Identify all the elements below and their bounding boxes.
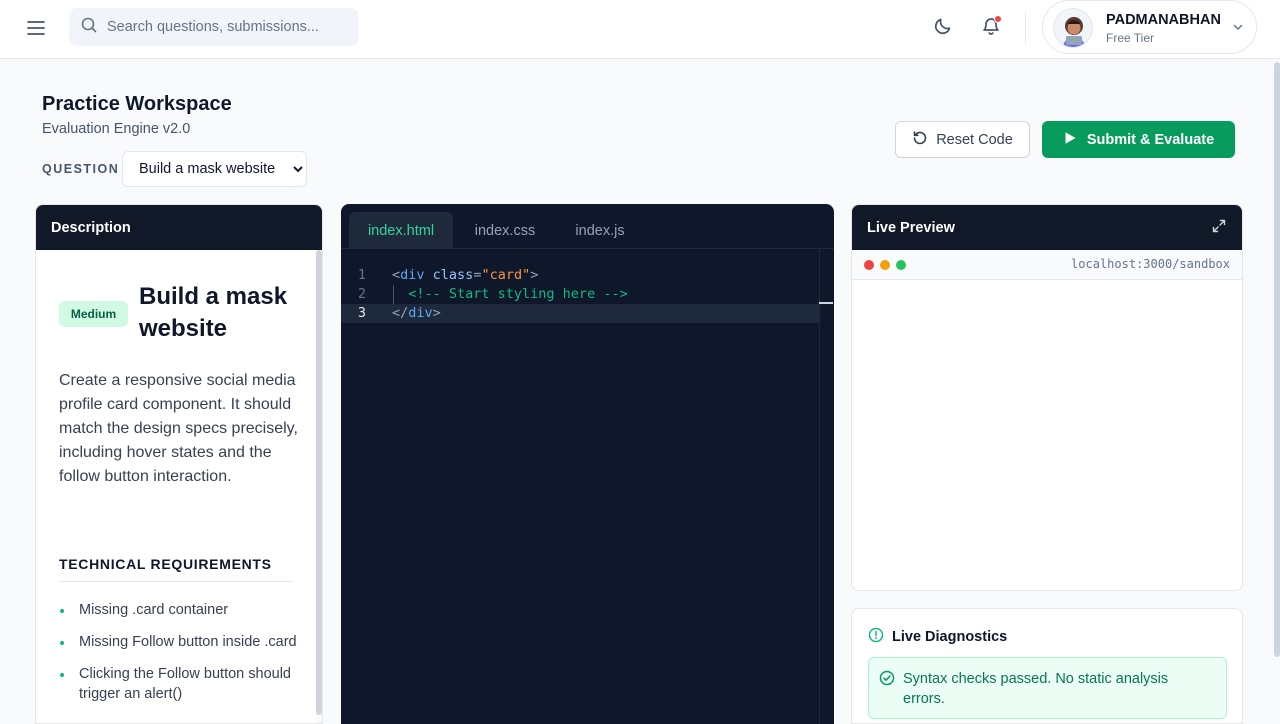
- question-select[interactable]: Build a mask website: [122, 151, 307, 187]
- user-name: PADMANABHAN: [1106, 12, 1221, 28]
- diagnostics-message-text: Syntax checks passed. No static analysis…: [903, 671, 1169, 707]
- editor-scrollbar[interactable]: [819, 249, 820, 724]
- code-line: 2 <!-- Start styling here -->: [341, 285, 819, 304]
- code-editor: index.html index.css index.js 1 <div cla…: [341, 204, 834, 724]
- preview-canvas[interactable]: [852, 280, 1242, 590]
- question-description: Create a responsive social media profile…: [59, 372, 298, 485]
- diagnostics-title: Live Diagnostics: [868, 627, 1007, 647]
- tab-index-html[interactable]: index.html: [349, 212, 453, 249]
- live-preview-panel: Live Preview localhost:3000/sandbox: [851, 204, 1243, 591]
- menu-icon[interactable]: [24, 16, 48, 40]
- chevron-down-icon: [1232, 20, 1244, 38]
- minimize-dot: [880, 260, 890, 270]
- requirements-list: Missing .card container Missing Follow b…: [59, 600, 304, 716]
- reset-code-label: Reset Code: [936, 131, 1013, 148]
- browser-bar: localhost:3000/sandbox: [852, 250, 1242, 280]
- page-subtitle: Evaluation Engine v2.0: [42, 121, 191, 137]
- search-input[interactable]: [107, 19, 347, 35]
- live-preview-header: Live Preview: [852, 205, 1242, 250]
- requirement-item: Clicking the Follow button should trigge…: [59, 664, 304, 704]
- divider: [1025, 12, 1026, 44]
- submit-evaluate-label: Submit & Evaluate: [1086, 131, 1215, 148]
- avatar: [1053, 8, 1093, 48]
- code-content[interactable]: 1 <div class="card"> 2 <!-- Start stylin…: [341, 266, 819, 323]
- tab-index-css[interactable]: index.css: [459, 212, 551, 249]
- description-header: Description: [36, 205, 322, 250]
- close-dot: [864, 260, 874, 270]
- reset-icon: [912, 130, 928, 150]
- search-bar: [69, 8, 359, 46]
- line-number: 2: [357, 286, 366, 302]
- requirement-item: Missing Follow button inside .card: [59, 632, 304, 652]
- search-icon: [81, 17, 97, 38]
- notifications-button[interactable]: [979, 15, 1003, 40]
- page-scrollbar[interactable]: [1274, 62, 1280, 657]
- requirement-item: Missing .card container: [59, 600, 304, 620]
- question-label: QUESTION: [42, 162, 120, 176]
- check-circle-icon: [879, 670, 895, 691]
- description-panel: Description Medium Build a mask website …: [35, 204, 323, 724]
- user-tier: Free Tier: [1106, 31, 1155, 45]
- code-text: <!-- Start styling here -->: [392, 286, 628, 302]
- moon-icon: [933, 16, 953, 41]
- line-number: 1: [357, 267, 366, 283]
- difficulty-badge: Medium: [59, 301, 128, 327]
- reset-code-button[interactable]: Reset Code: [895, 121, 1030, 158]
- diagnostics-title-text: Live Diagnostics: [892, 629, 1008, 645]
- page-title: Practice Workspace: [42, 93, 232, 115]
- code-text: </div>: [392, 305, 441, 321]
- description-scrollbar[interactable]: [316, 250, 322, 715]
- info-icon: [868, 627, 884, 647]
- line-number: 3: [357, 305, 366, 321]
- diagnostics-message: Syntax checks passed. No static analysis…: [868, 657, 1227, 719]
- tab-index-js[interactable]: index.js: [557, 212, 643, 249]
- code-line-current: 3 </div>: [341, 304, 819, 323]
- maximize-dot: [896, 260, 906, 270]
- code-line: 1 <div class="card">: [341, 266, 819, 285]
- dark-mode-toggle[interactable]: [931, 16, 955, 40]
- submit-evaluate-button[interactable]: Submit & Evaluate: [1042, 121, 1235, 158]
- top-bar: PADMANABHAN Free Tier: [0, 0, 1280, 59]
- live-diagnostics-panel: Live Diagnostics Syntax checks passed. N…: [851, 608, 1243, 724]
- user-menu[interactable]: PADMANABHAN Free Tier: [1042, 0, 1257, 54]
- editor-tabs: index.html index.css index.js: [341, 204, 834, 249]
- preview-url: localhost:3000/sandbox: [1071, 257, 1230, 271]
- play-icon: [1063, 131, 1077, 149]
- code-text: <div class="card">: [392, 267, 539, 283]
- live-preview-title: Live Preview: [867, 219, 955, 236]
- expand-icon[interactable]: [1212, 219, 1226, 237]
- question-title: Build a mask website: [139, 283, 288, 342]
- notification-dot: [994, 15, 1002, 23]
- requirements-heading: TECHNICAL REQUIREMENTS: [59, 556, 293, 582]
- editor-scroll-marker: [819, 302, 833, 304]
